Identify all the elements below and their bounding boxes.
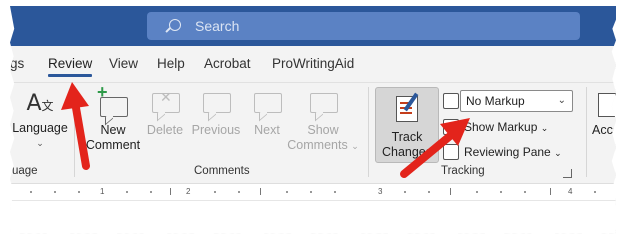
tab-prowritingaid[interactable]: ProWritingAid [272,56,354,71]
delete-comment-button[interactable]: ✕ Delete [142,87,188,138]
tab-help[interactable]: Help [157,56,185,71]
ribbon: A文 Language ⌄ uage + New Comment ✕ Delet… [10,83,616,184]
show-comments-label-line1: Show [307,123,339,137]
display-for-review-icon [443,93,459,109]
screenshot-frame: Search igs Review View Help Acrobat ProW… [10,6,616,234]
search-placeholder: Search [195,18,240,34]
search-box[interactable]: Search [147,12,580,40]
ribbon-tabs: igs Review View Help Acrobat ProWritingA… [10,46,616,83]
accessibility-icon [598,93,616,117]
next-comment-button[interactable]: Next [244,87,290,138]
show-comments-icon [310,93,338,113]
close-icon: ✕ [160,89,172,105]
show-comments-button[interactable]: Show Comments ⌄ [286,87,360,154]
comments-group-label: Comments [194,165,250,177]
chevron-down-icon: ⌄ [554,148,562,158]
next-comment-icon [254,93,282,113]
previous-label: Previous [191,123,241,137]
markup-select[interactable]: No Markup ⌄ [460,90,573,112]
reviewing-pane-label: Reviewing Pane [464,145,551,159]
tab-view[interactable]: View [109,56,138,71]
title-bar: Search [10,6,616,46]
ruler: 1 2 3 4 [10,184,616,201]
plus-icon: + [97,82,108,102]
group-divider [368,87,369,177]
accessibility-button[interactable]: Acce [592,87,616,138]
reviewing-pane-button[interactable]: Reviewing Pane ⌄ [464,145,562,159]
ruler-mark: 2 [186,187,191,196]
ruler-mark: 4 [568,187,573,196]
chevron-down-icon: ⌄ [351,141,359,151]
document-page [10,201,616,234]
delete-label: Delete [146,123,184,137]
ruler-mark: 1 [100,187,105,196]
chevron-down-icon: ⌄ [540,123,549,133]
accessibility-label: Acce [592,123,616,137]
chevron-down-icon: ⌄ [557,95,566,106]
show-markup-button[interactable]: Show Markup ⌄ [464,120,548,134]
tab-acrobat[interactable]: Acrobat [204,56,251,71]
language-group-label: uage [12,165,38,177]
annotation-arrow-show-markup [400,118,470,178]
group-divider [586,87,587,177]
previous-comment-button[interactable]: Previous [188,87,244,138]
show-comments-label-line2: Comments ⌄ [286,138,360,154]
show-comments-label-text: Comments [287,138,348,152]
tab-review[interactable]: Review [48,56,93,77]
next-label: Next [254,123,280,137]
annotation-arrow-review [61,82,90,170]
search-icon [169,19,181,31]
tracking-dialog-launcher-icon[interactable] [563,169,572,178]
ruler-mark: 3 [378,187,383,196]
previous-comment-icon [203,93,231,113]
tab-designs[interactable]: igs [10,56,24,71]
markup-select-value: No Markup [466,94,525,108]
